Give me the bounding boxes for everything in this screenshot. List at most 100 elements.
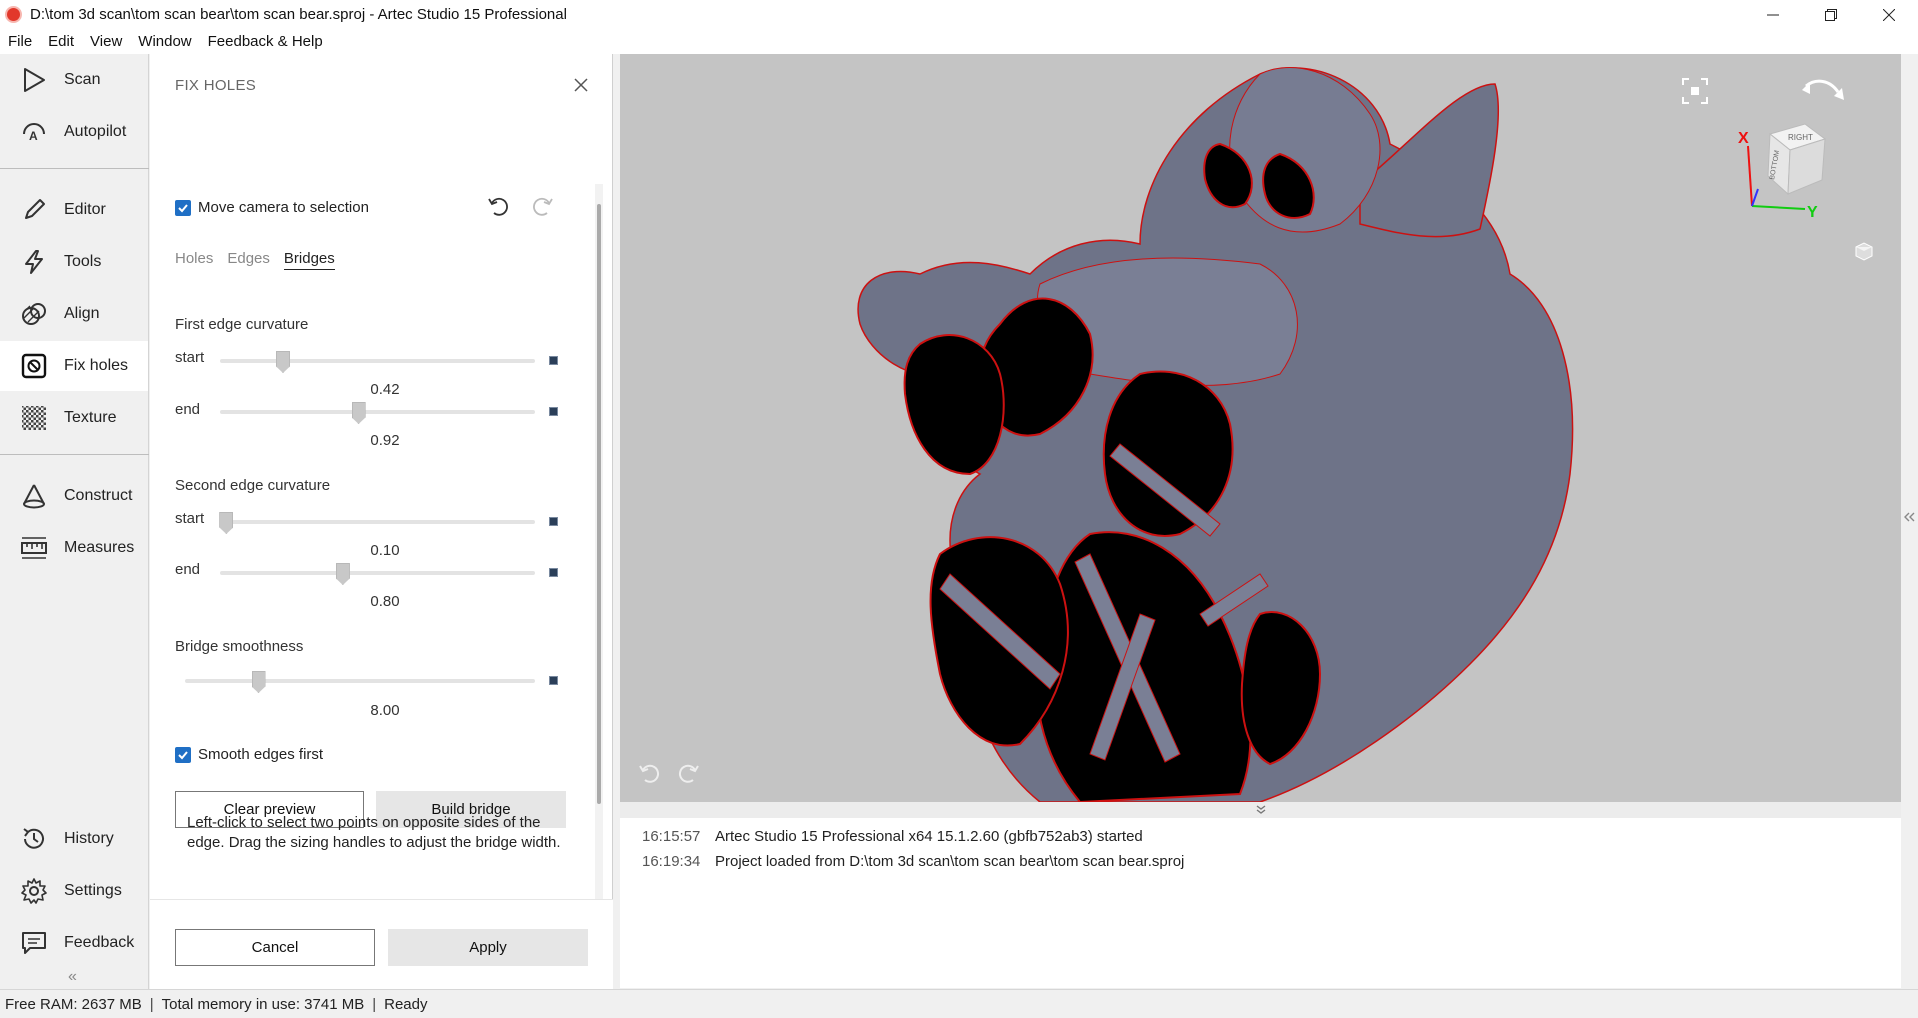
menu-edit[interactable]: Edit <box>40 33 82 50</box>
smooth-edges-checkbox[interactable]: Smooth edges first <box>175 746 323 763</box>
nav-autopilot[interactable]: A Autopilot <box>0 107 148 157</box>
nav-measures[interactable]: Measures <box>0 523 148 573</box>
view-cube-small-icon[interactable] <box>1852 240 1876 264</box>
close-window-button[interactable] <box>1860 0 1918 29</box>
scrollbar-thumb[interactable] <box>597 204 601 804</box>
nav-separator <box>0 454 149 455</box>
nav-feedback-label: Feedback <box>64 934 135 951</box>
status-state: Ready <box>384 995 428 1013</box>
panel-title: FIX HOLES <box>175 77 257 94</box>
nav-settings-label: Settings <box>64 882 122 899</box>
bridge-smoothness-thumb[interactable] <box>251 671 266 693</box>
fix-holes-panel: FIX HOLES Move camera to selection Holes… <box>150 54 613 989</box>
tab-edges[interactable]: Edges <box>227 250 270 270</box>
second-edge-start-max-marker <box>549 517 558 526</box>
first-edge-end-thumb[interactable] <box>351 402 366 424</box>
orientation-cube[interactable]: RIGHT BOTTOM X Y <box>1730 114 1840 224</box>
check-icon <box>178 203 188 212</box>
bear-mesh-render <box>857 67 1574 802</box>
checkbox-checked[interactable] <box>175 199 191 216</box>
cancel-button[interactable]: Cancel <box>175 929 375 966</box>
nav-history[interactable]: History <box>0 814 148 864</box>
first-edge-start-label: start <box>175 349 205 366</box>
log-time: 16:15:57 <box>642 828 701 845</box>
second-edge-start-slider[interactable] <box>220 520 535 524</box>
log-panel: 16:15:57 Artec Studio 15 Professional x6… <box>620 818 1901 988</box>
tab-bridges[interactable]: Bridges <box>283 250 335 270</box>
nav-editor-label: Editor <box>64 201 106 218</box>
viewport-undo-icon[interactable] <box>636 760 664 788</box>
close-icon <box>1883 8 1895 21</box>
log-splitter-handle[interactable] <box>620 802 1901 818</box>
gear-icon <box>19 876 49 906</box>
redo-icon <box>533 197 553 216</box>
nav-autopilot-label: Autopilot <box>64 123 127 140</box>
second-edge-end-max-marker <box>549 568 558 577</box>
axis-y-label: Y <box>1807 204 1818 221</box>
nav-scan[interactable]: Scan <box>0 55 148 105</box>
second-edge-end-thumb[interactable] <box>335 563 350 585</box>
close-panel-button[interactable] <box>571 75 591 95</box>
menu-feedback-help[interactable]: Feedback & Help <box>200 33 331 50</box>
collapse-nav-button[interactable]: « <box>68 968 77 986</box>
bridge-smoothness-value: 8.00 <box>370 702 400 719</box>
nav-feedback[interactable]: Feedback <box>0 918 148 968</box>
menu-view[interactable]: View <box>82 33 130 50</box>
nav-texture[interactable]: Texture <box>0 393 148 443</box>
panel-scrollbar[interactable] <box>595 184 603 899</box>
second-edge-end-value: 0.80 <box>370 593 400 610</box>
nav-texture-label: Texture <box>64 409 117 426</box>
panel-footer: Cancel Apply <box>150 899 613 989</box>
nav-align[interactable]: Align <box>0 289 148 339</box>
second-edge-start-thumb[interactable] <box>219 512 234 534</box>
menu-file[interactable]: File <box>0 33 40 50</box>
first-edge-start-slider[interactable] <box>220 359 535 363</box>
nav-editor[interactable]: Editor <box>0 185 148 235</box>
log-entry: 16:15:57 Artec Studio 15 Professional x6… <box>642 828 1143 845</box>
menu-window[interactable]: Window <box>130 33 199 50</box>
status-separator: | <box>149 995 154 1013</box>
redo-button[interactable] <box>529 192 557 220</box>
cube-right-label: RIGHT <box>1788 133 1813 142</box>
restore-button[interactable] <box>1802 0 1860 29</box>
tab-holes[interactable]: Holes <box>175 250 213 270</box>
smooth-edges-label: Smooth edges first <box>198 746 324 763</box>
second-edge-end-slider[interactable] <box>220 571 535 575</box>
nav-tools-label: Tools <box>64 253 102 270</box>
axis-x-label: X <box>1738 130 1749 147</box>
status-bar: Free RAM: 2637 MB | Total memory in use:… <box>0 989 1918 1018</box>
log-time: 16:19:34 <box>642 853 701 870</box>
right-panel-toggle[interactable] <box>1903 510 1915 528</box>
panel-scroll-area[interactable]: Move camera to selection Holes Edges Bri… <box>150 119 613 899</box>
first-edge-start-thumb[interactable] <box>276 351 290 373</box>
first-edge-end-slider[interactable] <box>220 410 535 414</box>
apply-button[interactable]: Apply <box>388 929 588 966</box>
log-message: Artec Studio 15 Professional x64 15.1.2.… <box>715 828 1143 845</box>
bridge-smoothness-slider[interactable] <box>185 679 535 683</box>
undo-button[interactable] <box>484 192 512 220</box>
nav-settings[interactable]: Settings <box>0 866 148 916</box>
nav-history-label: History <box>64 830 114 847</box>
minimize-button[interactable] <box>1744 0 1802 29</box>
move-camera-checkbox[interactable]: Move camera to selection <box>175 199 369 216</box>
checkbox-checked[interactable] <box>175 746 191 763</box>
svg-text:A: A <box>29 129 38 143</box>
3d-viewport[interactable]: RIGHT BOTTOM X Y <box>620 54 1901 802</box>
fit-view-icon[interactable] <box>1680 76 1710 106</box>
ruler-icon <box>19 533 49 563</box>
first-edge-title: First edge curvature <box>175 316 309 333</box>
first-edge-end-max-marker <box>549 407 558 416</box>
nav-construct[interactable]: Construct <box>0 471 148 521</box>
window-controls <box>1744 0 1918 29</box>
log-entry: 16:19:34 Project loaded from D:\tom 3d s… <box>642 853 1184 870</box>
hole-region <box>903 334 1005 476</box>
chat-icon <box>19 928 49 958</box>
close-icon <box>574 78 588 92</box>
cone-icon <box>19 481 49 511</box>
nav-separator <box>0 168 149 169</box>
align-icon <box>19 299 49 329</box>
nav-tools[interactable]: Tools <box>0 237 148 287</box>
second-edge-title: Second edge curvature <box>175 477 331 494</box>
viewport-redo-icon[interactable] <box>674 760 702 788</box>
nav-fix-holes[interactable]: Fix holes <box>0 341 148 391</box>
